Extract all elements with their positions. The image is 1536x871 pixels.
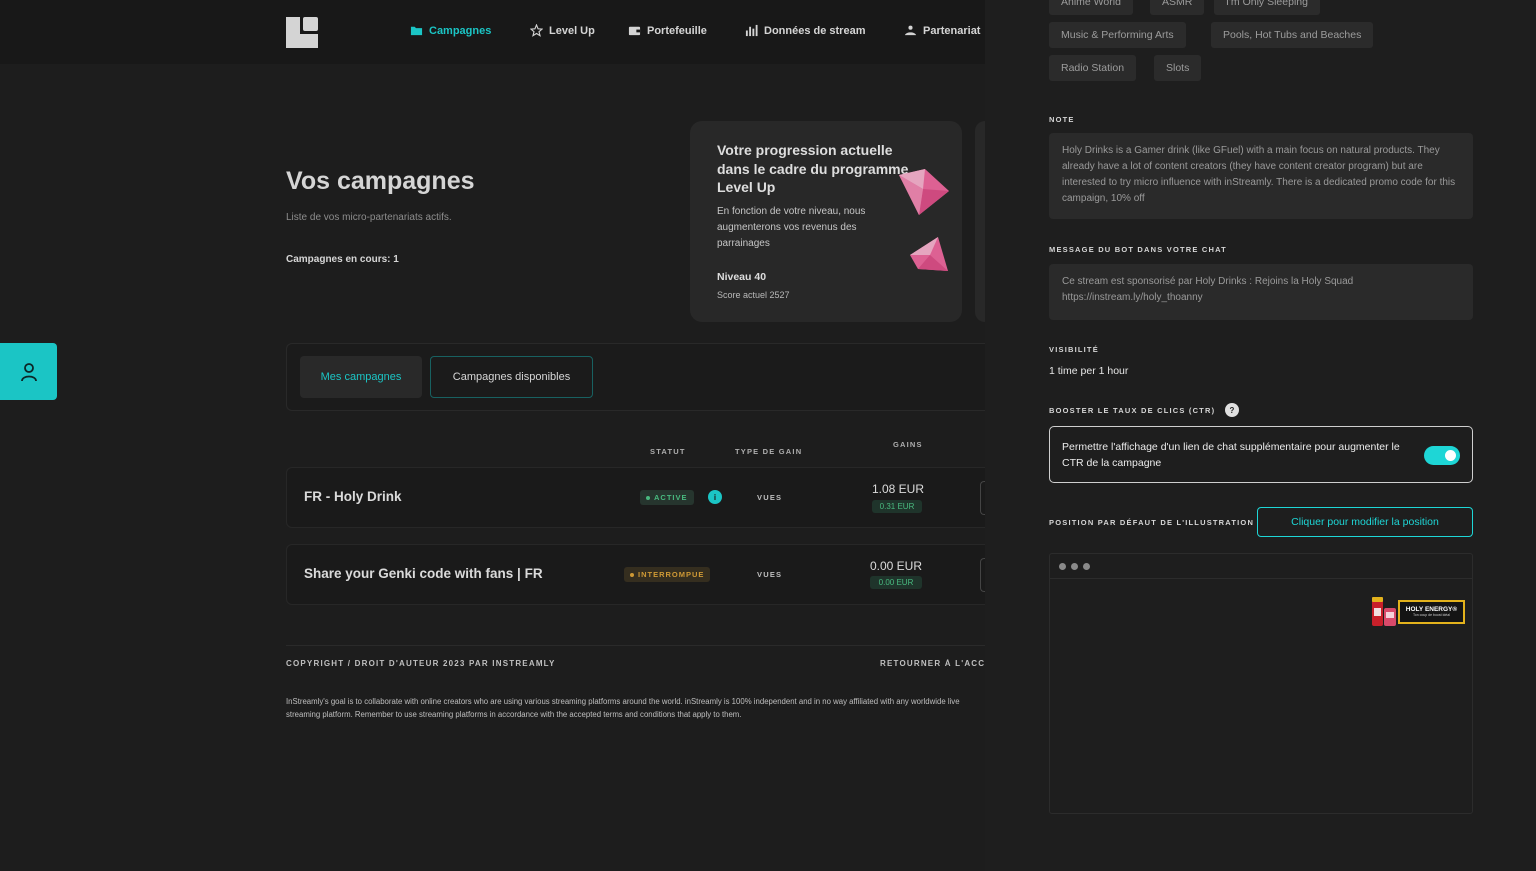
visibility-label: VISIBILITÉ <box>1049 345 1099 354</box>
category-chip: ASMR <box>1150 0 1205 15</box>
earnings-sub-amount: 0.31 EUR <box>872 500 922 513</box>
nav-item-label: Campagnes <box>429 24 492 37</box>
nav-item-label: Partenariat <box>923 24 981 37</box>
window-dot <box>1083 563 1090 570</box>
preview-window-bar <box>1050 554 1472 579</box>
status-dot <box>646 495 650 500</box>
level-value: Niveau 40 <box>717 271 767 283</box>
note-label: NOTE <box>1049 115 1075 124</box>
nav-item-donnees-de-stream[interactable]: Données de stream <box>745 24 865 37</box>
earnings-amount: 1.08 EUR <box>871 482 925 496</box>
user-icon <box>20 362 37 381</box>
level-up-card: Votre progression actuelle dans le cadre… <box>690 121 962 322</box>
nav-item-partenariat[interactable]: Partenariat <box>904 24 980 37</box>
footer-copyright: COPYRIGHT / DROIT D'AUTEUR 2023 PAR INST… <box>286 659 556 668</box>
category-chip: Music & Performing Arts <box>1049 22 1186 48</box>
nav-item-level-up[interactable]: Level Up <box>530 24 595 37</box>
folder-icon <box>410 26 423 36</box>
status-badge: INTERROMPUE <box>624 567 711 582</box>
profile-button[interactable] <box>0 343 57 400</box>
nav-item-label: Portefeuille <box>647 24 707 37</box>
campaign-details-drawer: Anime World ASMR I'm Only Sleeping Music… <box>985 0 1536 871</box>
bot-message-label: MESSAGE DU BOT DANS VOTRE CHAT <box>1049 245 1227 254</box>
nav-item-label: Level Up <box>549 24 595 37</box>
banner-title: HOLY ENERGY® <box>1405 606 1458 613</box>
column-header-gain-type: TYPE DE GAIN <box>735 447 803 456</box>
drink-can-icon <box>1372 597 1396 626</box>
footer-disclaimer: InStreamly's goal is to collaborate with… <box>286 697 960 719</box>
ctr-option-text: Permettre l'affichage d'un lien de chat … <box>1062 441 1400 469</box>
handshake-icon <box>904 25 917 36</box>
status-badge: ACTIVE <box>640 490 694 505</box>
gain-type: VUES <box>757 570 783 579</box>
note-box: Holy Drinks is a Gamer drink (like GFuel… <box>1049 133 1473 219</box>
next-card-edge <box>975 121 985 322</box>
window-dot <box>1071 563 1078 570</box>
level-up-description: En fonction de votre niveau, nous augmen… <box>717 206 866 249</box>
banner-subtitle: Ton coup de boost idéal <box>1413 613 1450 617</box>
visibility-value: 1 time per 1 hour <box>1049 365 1129 377</box>
category-chip: Anime World <box>1049 0 1133 15</box>
campaign-name: Share your Genki code with fans | FR <box>304 566 543 581</box>
footer-divider <box>286 645 986 646</box>
gem-icon <box>899 169 949 215</box>
back-home-link[interactable]: RETOURNER À L'ACCUEIL <box>880 659 986 668</box>
earnings-amount: 0.00 EUR <box>869 559 923 573</box>
status-label: INTERROMPUE <box>638 570 705 579</box>
star-icon <box>530 24 543 37</box>
active-campaigns-count: Campagnes en cours: 1 <box>286 254 399 265</box>
ctr-toggle[interactable] <box>1424 446 1460 465</box>
column-header-earnings: GAINS <box>893 440 923 449</box>
ctr-option-box: Permettre l'affichage d'un lien de chat … <box>1049 426 1473 483</box>
status-label: ACTIVE <box>654 493 688 502</box>
tab-mes-campagnes[interactable]: Mes campagnes <box>300 356 422 398</box>
score-value: Score actuel 2527 <box>717 290 790 300</box>
app-root: Campagnes Level Up Portefeuille Données … <box>0 0 1536 871</box>
ctr-label: BOOSTER LE TAUX DE CLICS (CTR) <box>1049 406 1216 415</box>
modify-position-button[interactable]: Cliquer pour modifier la position <box>1257 507 1473 537</box>
campaign-name: FR - Holy Drink <box>304 489 402 504</box>
toggle-knob <box>1443 448 1458 463</box>
page-subtitle: Liste de vos micro-partenariats actifs. <box>286 212 452 223</box>
nav-item-label: Données de stream <box>764 24 866 37</box>
table-row[interactable]: FR - Holy Drink ACTIVE i VUES 1.08 EUR 0… <box>286 467 990 528</box>
nav-item-portefeuille[interactable]: Portefeuille <box>628 24 707 37</box>
window-dot <box>1059 563 1066 570</box>
position-label: POSITION PAR DÉFAUT DE L'ILLUSTRATION <box>1049 518 1255 527</box>
category-chip: Slots <box>1154 55 1202 81</box>
tab-campagnes-disponibles[interactable]: Campagnes disponibles <box>430 356 593 398</box>
illustration-preview: HOLY ENERGY® Ton coup de boost idéal <box>1049 553 1473 814</box>
top-navigation: Campagnes Level Up Portefeuille Données … <box>0 0 985 64</box>
help-icon[interactable]: ? <box>1225 403 1239 417</box>
sponsor-banner[interactable]: HOLY ENERGY® Ton coup de boost idéal <box>1370 596 1465 628</box>
category-chip: Pools, Hot Tubs and Beaches <box>1211 22 1374 48</box>
nav-item-campagnes[interactable]: Campagnes <box>410 24 491 37</box>
wallet-icon <box>628 26 641 36</box>
column-header-status: STATUT <box>650 447 686 456</box>
category-chip: I'm Only Sleeping <box>1214 0 1320 15</box>
table-row[interactable]: Share your Genki code with fans | FR INT… <box>286 544 990 605</box>
category-chip: Radio Station <box>1049 55 1137 81</box>
banner-logo-box: HOLY ENERGY® Ton coup de boost idéal <box>1398 600 1465 624</box>
bot-message-box: Ce stream est sponsorisé par Holy Drinks… <box>1049 264 1473 320</box>
earnings-sub-amount: 0.00 EUR <box>870 576 922 589</box>
campaign-tabs: Mes campagnes Campagnes disponibles <box>286 343 986 411</box>
instreamly-logo[interactable] <box>286 17 318 48</box>
status-dot <box>630 572 634 577</box>
page-title: Vos campagnes <box>286 167 475 195</box>
bar-chart-icon <box>745 24 758 37</box>
gain-type: VUES <box>757 493 783 502</box>
gem-icon <box>910 237 948 271</box>
info-icon[interactable]: i <box>708 490 722 504</box>
